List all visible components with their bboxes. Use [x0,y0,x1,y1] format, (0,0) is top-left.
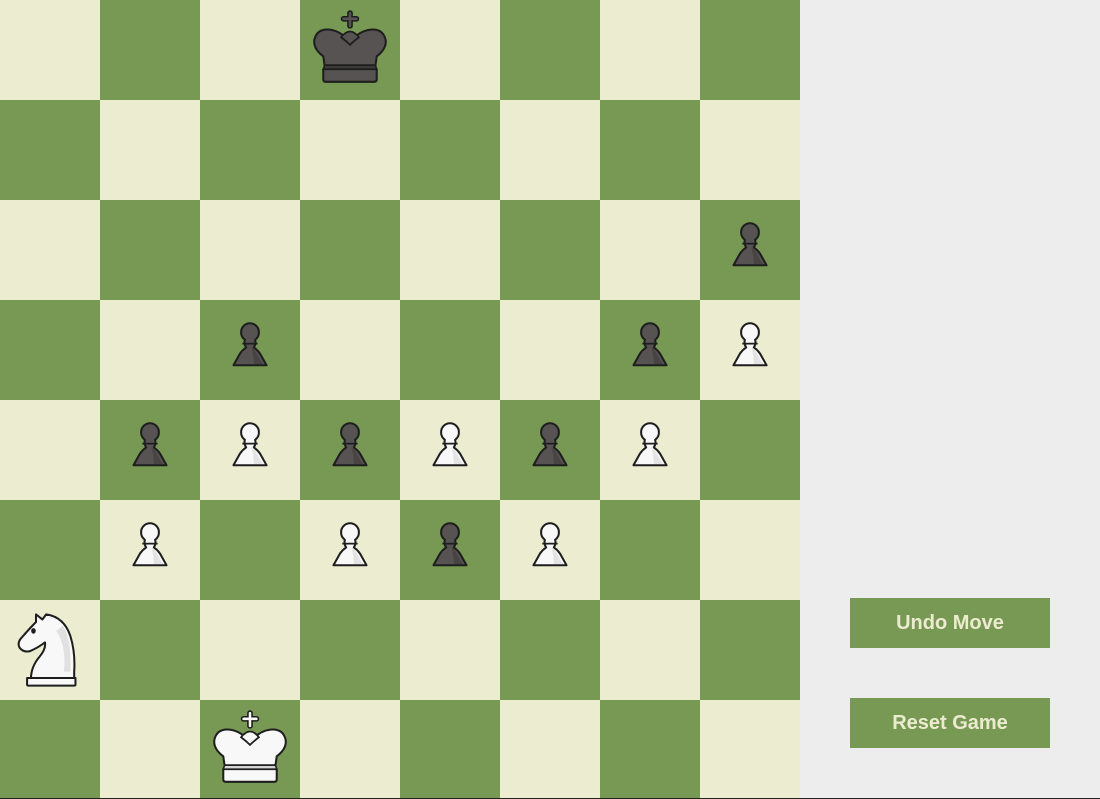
square-a1[interactable] [0,700,100,799]
white-pawn-icon[interactable] [208,408,292,492]
square-b5[interactable] [100,300,200,400]
square-e1[interactable] [400,700,500,799]
square-f6[interactable] [500,200,600,300]
square-b1[interactable] [100,700,200,799]
square-b8[interactable] [100,0,200,100]
square-g2[interactable] [600,600,700,700]
square-b4[interactable] [100,400,200,500]
square-c2[interactable] [200,600,300,700]
reset-game-button[interactable]: Reset Game [850,698,1050,748]
square-f4[interactable] [500,400,600,500]
square-c8[interactable] [200,0,300,100]
black-pawn-icon[interactable] [708,208,792,292]
white-pawn-icon[interactable] [408,408,492,492]
square-g1[interactable] [600,700,700,799]
square-g3[interactable] [600,500,700,600]
square-f5[interactable] [500,300,600,400]
square-d8[interactable] [300,0,400,100]
square-b3[interactable] [100,500,200,600]
square-g7[interactable] [600,100,700,200]
black-pawn-icon[interactable] [208,308,292,392]
white-pawn-icon[interactable] [108,508,192,592]
square-a7[interactable] [0,100,100,200]
square-g4[interactable] [600,400,700,500]
chess-board [0,0,800,799]
square-h7[interactable] [700,100,800,200]
square-d4[interactable] [300,400,400,500]
white-pawn-icon[interactable] [308,508,392,592]
square-e2[interactable] [400,600,500,700]
square-a4[interactable] [0,400,100,500]
square-g5[interactable] [600,300,700,400]
square-d7[interactable] [300,100,400,200]
square-e4[interactable] [400,400,500,500]
black-pawn-icon[interactable] [408,508,492,592]
black-pawn-icon[interactable] [308,408,392,492]
white-pawn-icon[interactable] [508,508,592,592]
square-d5[interactable] [300,300,400,400]
square-e5[interactable] [400,300,500,400]
square-b6[interactable] [100,200,200,300]
square-b2[interactable] [100,600,200,700]
square-a5[interactable] [0,300,100,400]
square-d1[interactable] [300,700,400,799]
square-h2[interactable] [700,600,800,700]
square-e6[interactable] [400,200,500,300]
square-c6[interactable] [200,200,300,300]
white-pawn-icon[interactable] [608,408,692,492]
square-f3[interactable] [500,500,600,600]
square-f2[interactable] [500,600,600,700]
white-knight-icon[interactable] [8,608,92,692]
square-a2[interactable] [0,600,100,700]
square-f8[interactable] [500,0,600,100]
square-f1[interactable] [500,700,600,799]
square-h1[interactable] [700,700,800,799]
square-d2[interactable] [300,600,400,700]
square-a8[interactable] [0,0,100,100]
white-pawn-icon[interactable] [708,308,792,392]
square-h8[interactable] [700,0,800,100]
undo-move-button[interactable]: Undo Move [850,598,1050,648]
square-a6[interactable] [0,200,100,300]
square-c4[interactable] [200,400,300,500]
square-d6[interactable] [300,200,400,300]
square-g8[interactable] [600,0,700,100]
square-c3[interactable] [200,500,300,600]
square-c1[interactable] [200,700,300,799]
black-pawn-icon[interactable] [508,408,592,492]
square-b7[interactable] [100,100,200,200]
square-f7[interactable] [500,100,600,200]
square-h5[interactable] [700,300,800,400]
black-pawn-icon[interactable] [108,408,192,492]
square-e7[interactable] [400,100,500,200]
square-h4[interactable] [700,400,800,500]
square-a3[interactable] [0,500,100,600]
black-pawn-icon[interactable] [608,308,692,392]
square-h6[interactable] [700,200,800,300]
black-king-icon[interactable] [308,8,392,92]
square-c5[interactable] [200,300,300,400]
square-h3[interactable] [700,500,800,600]
square-e3[interactable] [400,500,500,600]
square-d3[interactable] [300,500,400,600]
square-e8[interactable] [400,0,500,100]
white-king-icon[interactable] [208,708,292,792]
square-g6[interactable] [600,200,700,300]
square-c7[interactable] [200,100,300,200]
